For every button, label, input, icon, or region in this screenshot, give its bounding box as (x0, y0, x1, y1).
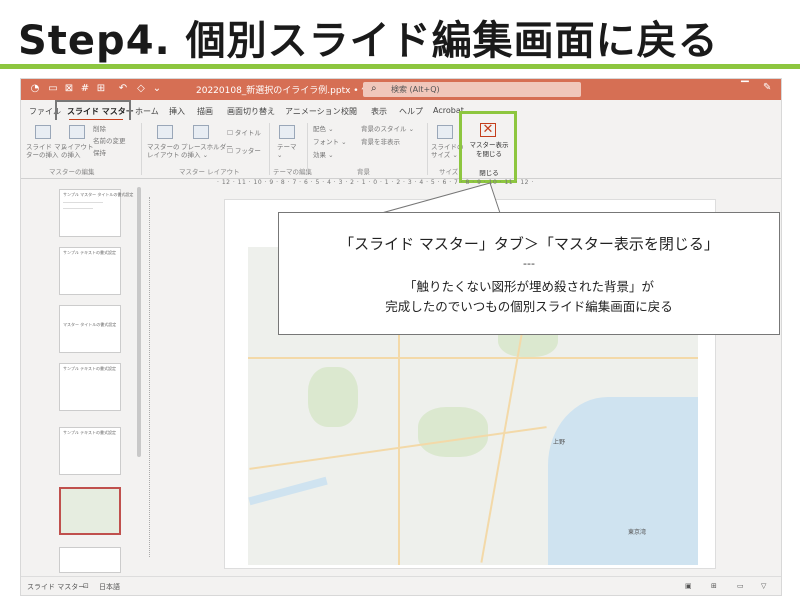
tab-view[interactable]: 表示 (371, 106, 387, 117)
thumbnail-line (63, 208, 93, 209)
slide-thumbnail[interactable]: マスター タイトルの書式設定 (59, 305, 121, 353)
status-bar: スライド マスター ⊡ 日本語 ▣ ⊞ ▭ ▽ (21, 576, 781, 595)
thumbnail-title: サンプル テキストの書式設定 (63, 250, 117, 255)
footer-checkbox[interactable]: ☐ フッター (227, 147, 261, 155)
pen-icon[interactable]: ✎ (763, 82, 771, 93)
park-area (418, 407, 488, 457)
map-label: 上野 (553, 439, 566, 446)
sorter-view-icon[interactable]: ⊞ (711, 582, 717, 590)
effects-button[interactable]: 効果 ⌄ (313, 151, 334, 159)
insert-placeholder-button[interactable]: プレースホルダー の挿入 ⌄ (181, 143, 233, 159)
normal-view-icon[interactable]: ▣ (685, 582, 692, 590)
status-language[interactable]: 日本語 (99, 582, 120, 592)
slide-thumbnail[interactable]: サンプル テキストの書式設定 (59, 247, 121, 295)
autosave-icon[interactable]: ◔ (29, 83, 41, 95)
background-style-button[interactable]: 背景のスタイル ⌄ (361, 125, 414, 133)
group-label-background: 背景 (357, 168, 370, 176)
tab-home[interactable]: ホーム (135, 106, 159, 117)
slide-thumbnail-selected[interactable] (59, 487, 121, 535)
master-layout-button[interactable]: マスターの レイアウト (147, 143, 180, 159)
tab-transitions[interactable]: 画面切り替え (227, 106, 275, 117)
slide-thumbnail[interactable]: サンプル テキストの書式設定 (59, 427, 121, 475)
tab-insert[interactable]: 挿入 (169, 106, 185, 117)
search-box[interactable]: ⌕ 検索 (Alt+Q) (363, 82, 581, 97)
title-checkbox-label: タイトル (234, 129, 261, 137)
slideshow-view-icon[interactable]: ▽ (761, 582, 766, 590)
thumbnail-title: サンプル マスター タイトルの書式設定 (63, 192, 134, 197)
title-underline (0, 64, 800, 69)
reading-view-icon[interactable]: ▭ (737, 582, 744, 590)
powerpoint-window: ◔ ▭ ⊠ # ⊞ ↶ ◇ ⌄ 20220108_新選択のイライラ例.pptx … (20, 78, 782, 596)
group-label-master-edit: マスターの編集 (49, 168, 95, 176)
slide-title: Step4. 個別スライド編集画面に戻る (18, 18, 719, 64)
grid-icon[interactable]: # (79, 83, 91, 95)
vertical-ruler (149, 197, 158, 557)
ribbon-separator (141, 123, 142, 175)
bay-water (548, 397, 698, 565)
fonts-button[interactable]: フォント ⌄ (313, 138, 347, 146)
layout-icon[interactable]: ⊞ (95, 83, 107, 95)
account-icon[interactable]: ▔ (741, 82, 749, 93)
river (248, 476, 328, 506)
master-layout-icon (157, 125, 173, 139)
ribbon-separator (307, 123, 308, 175)
insert-master-icon (35, 125, 51, 139)
callout-box: 「スライド マスター」タブ＞「マスター表示を閉じる」 --- 「触りたくない図形… (278, 212, 780, 335)
theme-icon (279, 125, 295, 139)
qat-more-icon[interactable]: ⌄ (151, 83, 163, 95)
callout-line-2: 完成したのでいつもの個別スライド編集画面に戻る (385, 299, 673, 314)
group-label-size: サイズ (439, 168, 459, 176)
insert-placeholder-icon (193, 125, 209, 139)
slideshow-icon[interactable]: ▭ (47, 83, 59, 95)
close-view-icon[interactable]: ⊠ (63, 83, 75, 95)
accessibility-icon[interactable]: ⊡ (83, 582, 89, 590)
thumbnail-pane: サンプル マスター タイトルの書式設定 サンプル テキストの書式設定 マスター … (21, 179, 136, 573)
thumbnail-line (63, 202, 103, 203)
paint-icon[interactable]: ◇ (135, 83, 147, 95)
rename-button[interactable]: 名前の変更 (93, 137, 126, 145)
title-bar: ◔ ▭ ⊠ # ⊞ ↶ ◇ ⌄ 20220108_新選択のイライラ例.pptx … (21, 79, 781, 100)
search-icon: ⌕ (371, 83, 377, 94)
status-mode: スライド マスター (27, 583, 86, 591)
callout-main-text: 「スライド マスター」タブ＞「マスター表示を閉じる」 (339, 235, 719, 253)
callout-line-1: 「触りたくない図形が埋め殺された背景」が (403, 279, 654, 294)
delete-button[interactable]: 削除 (93, 125, 106, 133)
group-label-close: 閉じる (479, 169, 499, 177)
thumbnail-title: マスター タイトルの書式設定 (63, 322, 117, 327)
tab-draw[interactable]: 描画 (197, 106, 213, 117)
map-label: 東京湾 (628, 529, 647, 536)
theme-button[interactable]: テーマ ⌄ (277, 143, 297, 159)
ribbon-tabs: ファイル スライド マスター ホーム 挿入 描画 画面切り替え アニメーション … (21, 100, 781, 120)
colors-button[interactable]: 配色 ⌄ (313, 125, 334, 133)
ribbon-separator (269, 123, 270, 175)
slide-thumbnail[interactable]: サンプル マスター タイトルの書式設定 (59, 189, 133, 237)
slide-size-icon (437, 125, 453, 139)
slide-thumbnail[interactable]: サンプル テキストの書式設定 (59, 363, 121, 411)
footer-checkbox-label: フッター (234, 147, 261, 155)
undo-icon[interactable]: ↶ (117, 83, 129, 95)
park-area (308, 367, 358, 427)
preserve-button[interactable]: 保持 (93, 149, 106, 157)
thumbnail-title: サンプル テキストの書式設定 (63, 430, 117, 435)
close-master-view-icon[interactable]: ✕ (480, 123, 496, 137)
road (248, 357, 698, 359)
ribbon-separator (427, 123, 428, 175)
title-checkbox[interactable]: ☐ タイトル (227, 129, 261, 137)
tab-review[interactable]: 校閲 (341, 106, 357, 117)
group-label-master-layout: マスター レイアウト (179, 168, 240, 176)
thumbnail-scrollbar[interactable] (137, 187, 141, 457)
insert-layout-icon (69, 125, 85, 139)
tab-animations[interactable]: アニメーション (285, 106, 341, 117)
close-master-view-button[interactable]: マスター表示 を閉じる (465, 141, 513, 159)
hide-background-checkbox[interactable]: 背景を非表示 (361, 138, 400, 146)
callout-separator: --- (523, 257, 535, 270)
tab-help[interactable]: ヘルプ (399, 106, 423, 117)
search-placeholder: 検索 (Alt+Q) (391, 85, 440, 94)
thumbnail-title: サンプル テキストの書式設定 (63, 366, 117, 371)
slide-thumbnail[interactable] (59, 547, 121, 573)
insert-layout-button[interactable]: レイアウト の挿入 (61, 143, 94, 159)
